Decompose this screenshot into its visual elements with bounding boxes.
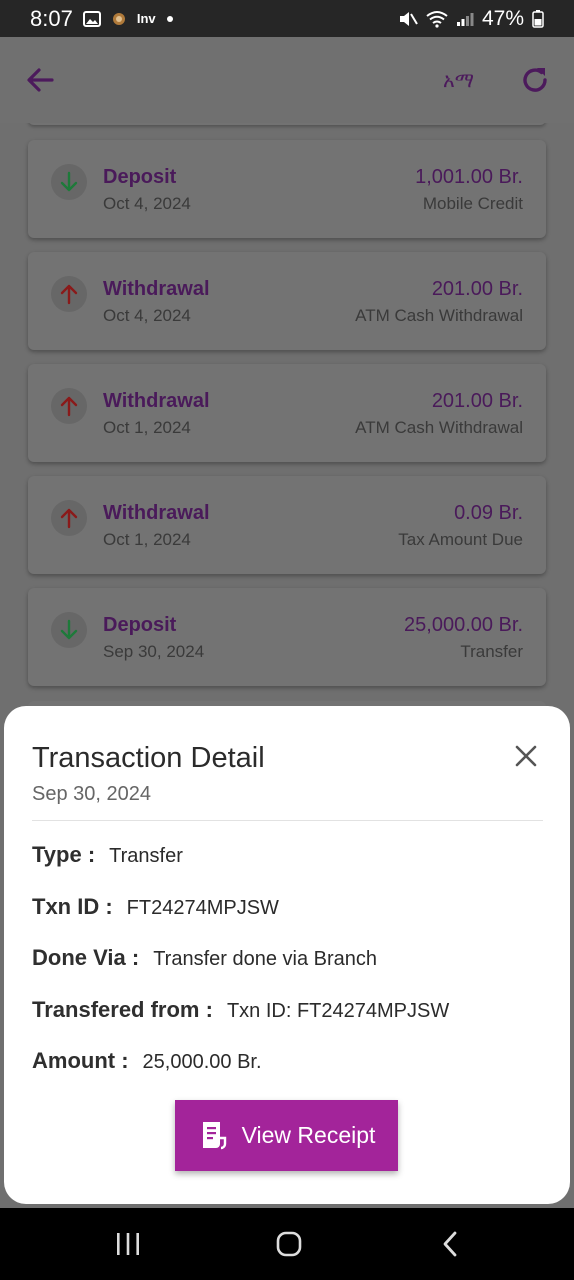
- close-icon: [512, 742, 540, 770]
- back-chevron-icon: [440, 1230, 460, 1258]
- wifi-icon: [426, 10, 448, 28]
- transfered-from-value: Txn ID: FT24274MPJSW: [226, 1000, 450, 1022]
- transaction-description: Tax Amount Due: [398, 530, 523, 549]
- transaction-amount: 25,000.00 Br.: [404, 614, 523, 636]
- status-bar: 8:07 Inv 47%: [0, 0, 574, 37]
- receipt-icon: [198, 1120, 228, 1152]
- recent-apps-icon: [115, 1232, 141, 1256]
- done-via-label: Done Via :: [32, 945, 140, 970]
- back-arrow-icon[interactable]: [22, 62, 58, 98]
- done-via-value: Transfer done via Branch: [153, 948, 378, 970]
- direction-badge: [51, 276, 87, 312]
- arrow-up-icon: [57, 506, 81, 530]
- detail-row-txn-id: Txn ID : FT24274MPJSW: [32, 894, 279, 920]
- direction-badge: [51, 164, 87, 200]
- view-receipt-label: View Receipt: [241, 1122, 376, 1148]
- home-button[interactable]: [269, 1226, 309, 1262]
- mute-icon: [398, 10, 418, 28]
- home-icon: [275, 1230, 303, 1258]
- list-item[interactable]: Deposit Oct 4, 2024 1,001.00 Br. Mobile …: [28, 140, 546, 238]
- system-nav-bar: [0, 1208, 574, 1280]
- view-receipt-button[interactable]: View Receipt: [175, 1100, 398, 1171]
- detail-row-amount: Amount : 25,000.00 Br.: [32, 1048, 262, 1074]
- inv-notification-label: Inv: [136, 11, 156, 26]
- direction-badge: [51, 500, 87, 536]
- arrow-up-icon: [57, 282, 81, 306]
- transaction-type: Withdrawal: [103, 278, 210, 300]
- transaction-description: ATM Cash Withdrawal: [355, 306, 523, 325]
- status-time: 8:07: [30, 5, 73, 31]
- arrow-down-icon: [57, 170, 81, 194]
- app-notification-icon: [111, 11, 127, 27]
- battery-percent: 47%: [481, 6, 524, 30]
- txn-id-label: Txn ID :: [32, 894, 113, 919]
- detail-row-transfered-from: Transfered from : Txn ID: FT24274MPJSW: [32, 997, 449, 1023]
- transaction-amount: 201.00 Br.: [431, 390, 523, 412]
- transaction-amount: 0.09 Br.: [454, 502, 523, 524]
- battery-icon: [532, 9, 544, 28]
- signal-icon: [456, 11, 474, 27]
- transaction-description: ATM Cash Withdrawal: [355, 418, 523, 437]
- txn-id-value: FT24274MPJSW: [126, 897, 279, 919]
- type-value: Transfer: [109, 845, 183, 867]
- transaction-date: Sep 30, 2024: [103, 642, 205, 661]
- transfered-from-label: Transfered from :: [32, 997, 213, 1022]
- transaction-type: Deposit: [103, 166, 177, 188]
- list-item[interactable]: Withdrawal Oct 1, 2024 201.00 Br. ATM Ca…: [28, 364, 546, 462]
- transaction-list: Deposit Oct 4, 2024 1,001.00 Br. Mobile …: [0, 123, 574, 706]
- gallery-icon: [82, 10, 101, 27]
- notification-dot-icon: [166, 15, 174, 23]
- transaction-type: Deposit: [103, 614, 177, 636]
- list-item[interactable]: Deposit Sep 30, 2024 25,000.00 Br. Trans…: [28, 588, 546, 686]
- transaction-description: Transfer: [460, 642, 523, 661]
- list-item[interactable]: Withdrawal Oct 4, 2024 201.00 Br. ATM Ca…: [28, 252, 546, 350]
- sheet-title: Transaction Detail: [32, 742, 265, 774]
- detail-row-type: Type : Transfer: [32, 842, 183, 868]
- transaction-date: Oct 4, 2024: [103, 194, 191, 213]
- close-button[interactable]: [512, 742, 540, 770]
- language-toggle[interactable]: አማ: [443, 68, 474, 92]
- type-label: Type :: [32, 842, 96, 867]
- status-left: 8:07 Inv: [30, 6, 174, 32]
- recent-apps-button[interactable]: [108, 1226, 148, 1262]
- list-item[interactable]: Withdrawal Oct 1, 2024 0.09 Br. Tax Amou…: [28, 476, 546, 574]
- refresh-icon[interactable]: [518, 63, 552, 97]
- transaction-date: Oct 1, 2024: [103, 530, 191, 549]
- amount-value: 25,000.00 Br.: [142, 1051, 262, 1073]
- direction-badge: [51, 612, 87, 648]
- amount-label: Amount :: [32, 1048, 129, 1073]
- transaction-description: Mobile Credit: [422, 194, 523, 213]
- transaction-detail-sheet: Transaction Detail Sep 30, 2024 Type : Tr…: [4, 706, 570, 1204]
- detail-row-done-via: Done Via : Transfer done via Branch: [32, 945, 377, 971]
- transaction-type: Withdrawal: [103, 502, 210, 524]
- arrow-up-icon: [57, 394, 81, 418]
- transaction-amount: 201.00 Br.: [431, 278, 523, 300]
- transaction-date: Oct 1, 2024: [103, 418, 191, 437]
- back-button[interactable]: [430, 1226, 470, 1262]
- status-right: 47%: [398, 7, 544, 31]
- direction-badge: [51, 388, 87, 424]
- sheet-date: Sep 30, 2024: [32, 783, 151, 805]
- arrow-down-icon: [57, 618, 81, 642]
- transaction-amount: 1,001.00 Br.: [415, 166, 523, 188]
- transaction-type: Withdrawal: [103, 390, 210, 412]
- divider: [32, 820, 543, 821]
- app-bar: አማ: [0, 37, 574, 123]
- list-item[interactable]: [28, 123, 546, 125]
- transaction-date: Oct 4, 2024: [103, 306, 191, 325]
